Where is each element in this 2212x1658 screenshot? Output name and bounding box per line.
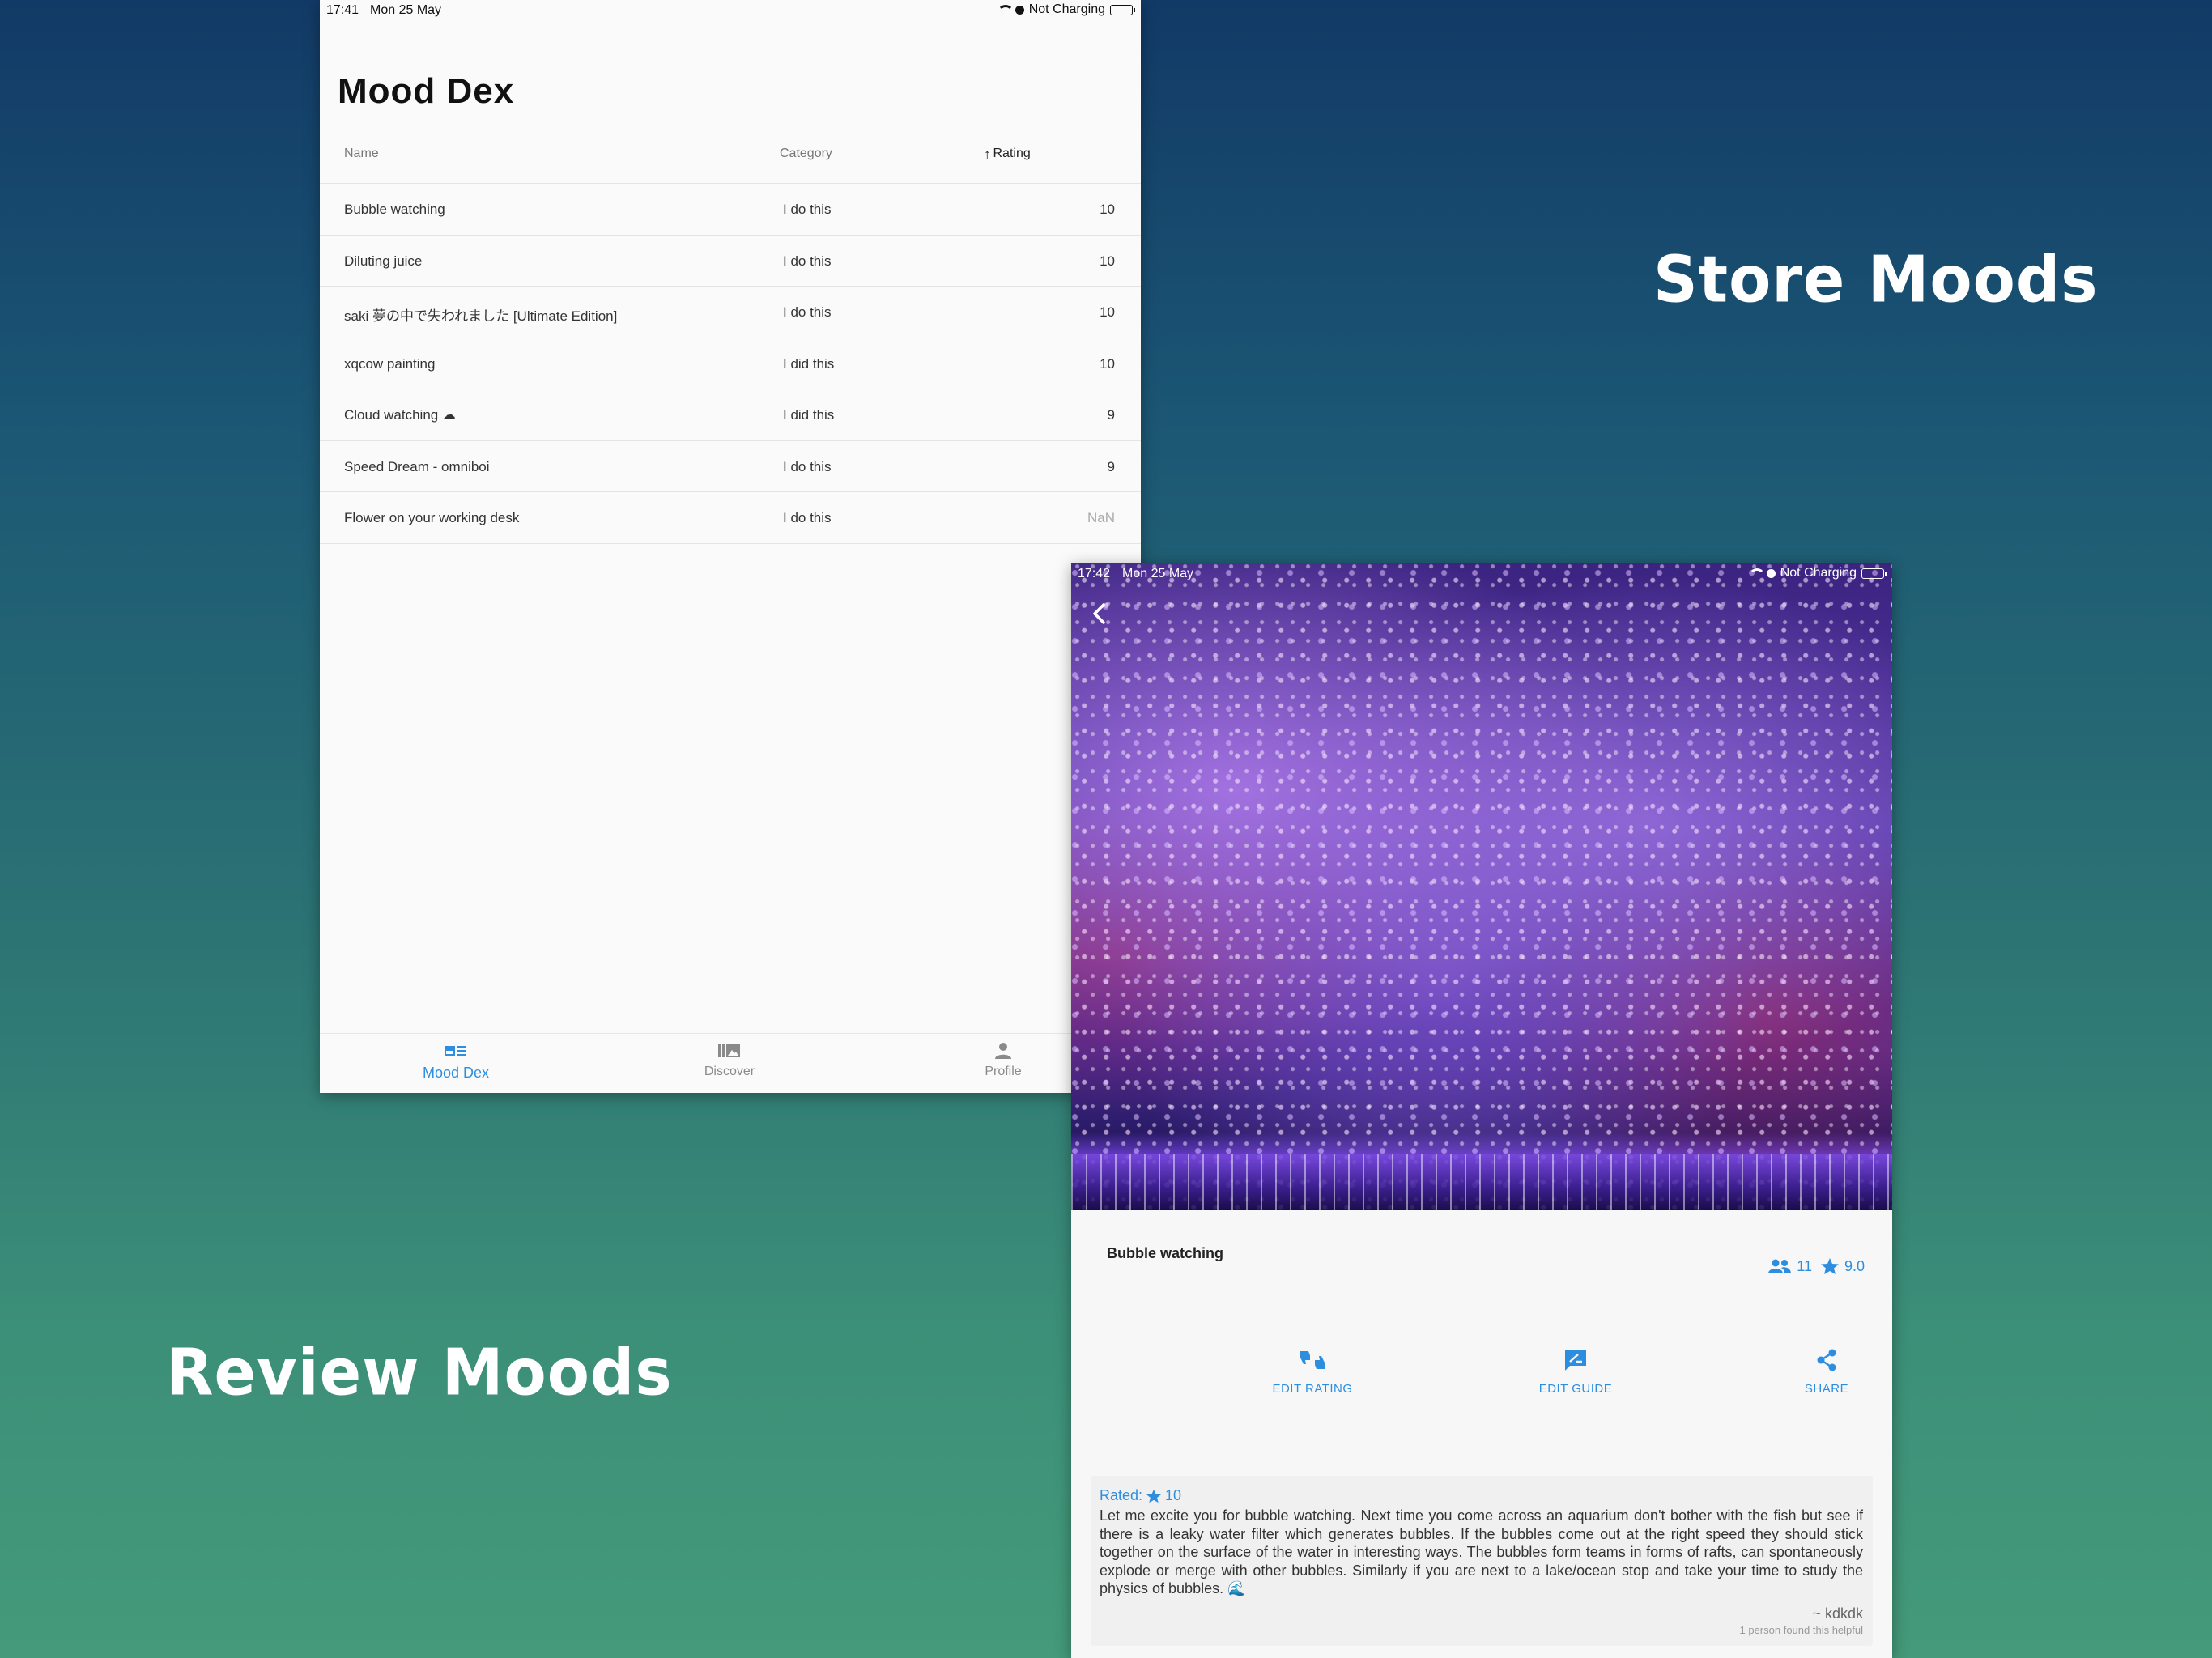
table-row[interactable]: Flower on your working desk I do this Na… — [320, 492, 1141, 544]
average-rating: 9.0 — [1820, 1257, 1865, 1275]
charging-status: Not Charging — [1028, 2, 1105, 16]
review-author: ~ kdkdk — [1812, 1605, 1863, 1622]
status-date: Mon 25 May — [1122, 567, 1194, 580]
row-name: Bubble watching — [344, 202, 445, 217]
average-rating-value: 9.0 — [1844, 1257, 1865, 1274]
share-label: SHARE — [1804, 1382, 1849, 1396]
store-moods-caption: Store Moods — [1653, 240, 2099, 317]
row-rating: NaN — [1087, 510, 1115, 525]
status-time: 17:42 — [1078, 567, 1111, 580]
nav-label-discover: Discover — [704, 1065, 755, 1078]
row-name: Speed Dream - omniboi — [344, 458, 490, 474]
rated-label: Rated: — [1100, 1487, 1143, 1503]
edit-guide-label: EDIT GUIDE — [1538, 1382, 1613, 1396]
nav-item-mood-dex[interactable]: Mood Dex — [375, 1042, 537, 1082]
rated-value: 10 — [1165, 1487, 1182, 1503]
status-bar: 17:41 Mon 25 May Not Charging — [320, 0, 1141, 21]
bottom-navigation: Mood Dex Discover Profile — [320, 1033, 1141, 1093]
mood-stats: 11 9.0 — [1767, 1257, 1865, 1275]
star-icon — [1146, 1489, 1162, 1503]
table-row[interactable]: Diluting juice I do this 10 — [320, 236, 1141, 287]
mood-table: Name Category ↑ Rating Bubble watching I… — [320, 125, 1141, 544]
column-header-rating[interactable]: ↑ Rating — [984, 147, 1031, 161]
row-rating: 10 — [1100, 202, 1115, 217]
mood-hero-image — [1071, 563, 1892, 1210]
hero-floor-lights — [1071, 1154, 1892, 1210]
alarm-icon — [1015, 5, 1024, 15]
row-category: I did this — [783, 355, 835, 372]
row-category: I do this — [783, 304, 832, 320]
charging-status: Not Charging — [1780, 566, 1857, 580]
table-row[interactable]: Bubble watching I do this 10 — [320, 184, 1141, 236]
column-header-rating-label: Rating — [993, 147, 1031, 160]
people-count-value: 11 — [1797, 1257, 1812, 1274]
table-row[interactable]: xqcow painting I did this 10 — [320, 338, 1141, 389]
wifi-icon — [996, 5, 1014, 15]
row-rating: 10 — [1100, 253, 1115, 269]
row-rating: 10 — [1100, 355, 1115, 372]
person-icon — [995, 1043, 1011, 1059]
row-category: I do this — [783, 202, 832, 217]
review-moods-caption: Review Moods — [166, 1333, 673, 1410]
people-count: 11 — [1767, 1258, 1812, 1275]
edit-rating-button[interactable]: EDIT RATING — [1231, 1348, 1393, 1396]
edit-guide-button[interactable]: EDIT GUIDE — [1495, 1348, 1657, 1396]
nav-item-profile[interactable]: Profile — [922, 1042, 1084, 1079]
row-category: I do this — [783, 253, 832, 269]
back-chevron-icon[interactable] — [1087, 600, 1112, 627]
row-rating: 9 — [1107, 458, 1115, 474]
mood-detail-screen: 17:42 Mon 25 May Not Charging Bubble wat… — [1071, 563, 1892, 1658]
people-icon — [1768, 1259, 1792, 1273]
status-bar: 17:42 Mon 25 May Not Charging — [1071, 563, 1892, 584]
row-category: I do this — [783, 458, 832, 474]
battery-icon — [1110, 4, 1135, 15]
review-helpful-count[interactable]: 1 person found this helpful — [1740, 1624, 1864, 1636]
table-row[interactable]: Cloud watching ☁ I did this 9 — [320, 389, 1141, 441]
row-name: Cloud watching ☁ — [344, 407, 456, 423]
column-header-category[interactable]: Category — [780, 147, 832, 161]
row-name: Diluting juice — [344, 253, 423, 269]
row-name: saki 夢の中で失われました [Ultimate Edition] — [344, 308, 618, 324]
edit-rating-label: EDIT RATING — [1272, 1382, 1353, 1396]
row-category: I did this — [783, 407, 835, 423]
share-button[interactable]: SHARE — [1746, 1348, 1892, 1396]
row-name: Flower on your working desk — [344, 510, 520, 525]
row-rating: 10 — [1100, 304, 1115, 320]
wifi-icon — [1747, 568, 1765, 578]
nav-label-profile: Profile — [985, 1065, 1022, 1078]
status-date: Mon 25 May — [370, 3, 442, 17]
star-icon — [1820, 1258, 1839, 1274]
review-rating: Rated: 10 — [1100, 1487, 1181, 1504]
action-bar: EDIT RATING EDIT GUIDE SHARE — [1071, 1348, 1892, 1413]
mood-dex-screen: 17:41 Mon 25 May Not Charging Mood Dex N… — [320, 0, 1141, 1093]
page-title: Mood Dex — [338, 71, 515, 111]
mood-title: Bubble watching — [1107, 1245, 1223, 1261]
review-text: Let me excite you for bubble watching. N… — [1100, 1507, 1863, 1596]
column-header-name[interactable]: Name — [344, 147, 379, 161]
library-icon — [718, 1044, 740, 1057]
row-rating: 9 — [1107, 407, 1115, 423]
review-card: Rated: 10 Let me excite you for bubble w… — [1091, 1476, 1873, 1646]
alarm-icon — [1766, 568, 1776, 578]
row-category: I do this — [783, 510, 832, 525]
sort-arrow-up-icon: ↑ — [984, 146, 991, 162]
share-icon — [1817, 1349, 1836, 1371]
rate-review-icon — [1565, 1350, 1586, 1371]
table-header: Name Category ↑ Rating — [320, 125, 1141, 184]
nav-item-discover[interactable]: Discover — [649, 1042, 810, 1079]
table-row[interactable]: Speed Dream - omniboi I do this 9 — [320, 441, 1141, 492]
battery-icon — [1861, 568, 1887, 579]
thumbs-icon — [1300, 1351, 1325, 1369]
table-row[interactable]: saki 夢の中で失われました [Ultimate Edition] I do … — [320, 287, 1141, 338]
mood-dex-icon — [445, 1046, 466, 1056]
status-time: 17:41 — [326, 3, 359, 17]
nav-label-mood-dex: Mood Dex — [422, 1065, 490, 1081]
row-name: xqcow painting — [344, 355, 436, 372]
